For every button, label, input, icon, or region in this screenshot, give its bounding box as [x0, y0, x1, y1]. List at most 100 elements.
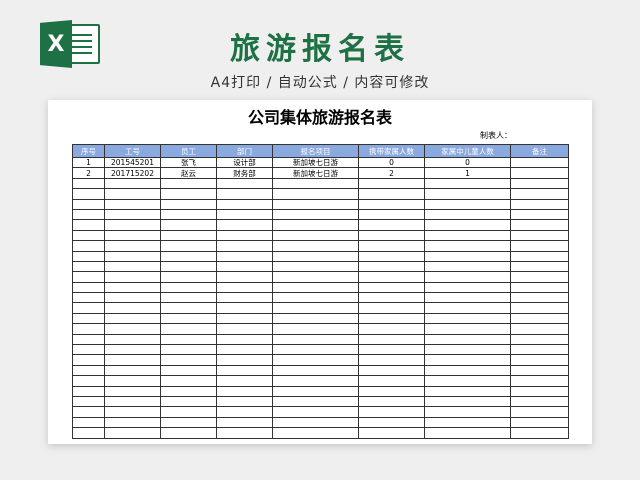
table-cell[interactable] [510, 167, 569, 179]
table-cell[interactable] [358, 385, 425, 398]
table-cell[interactable] [424, 323, 511, 335]
table-cell[interactable] [272, 344, 359, 356]
table-cell[interactable]: 财务部 [216, 167, 273, 179]
table-cell[interactable] [510, 344, 569, 356]
table-cell[interactable] [424, 250, 511, 262]
table-cell[interactable] [72, 416, 105, 429]
table-cell[interactable] [72, 302, 105, 314]
table-cell[interactable]: 新加坡七日游 [272, 156, 359, 169]
table-cell[interactable] [424, 292, 511, 304]
table-cell[interactable] [160, 333, 217, 346]
table-cell[interactable] [510, 375, 569, 387]
table-cell[interactable] [104, 281, 161, 294]
table-cell[interactable] [104, 219, 161, 231]
table-cell[interactable] [216, 364, 273, 377]
table-cell[interactable] [510, 406, 569, 418]
table-cell[interactable] [216, 219, 273, 231]
table-cell[interactable]: 新加坡七日游 [272, 167, 359, 179]
table-cell[interactable] [72, 229, 105, 242]
table-cell[interactable] [272, 219, 359, 231]
table-cell[interactable] [104, 260, 161, 273]
table-cell[interactable]: 201715202 [104, 167, 161, 179]
table-cell[interactable] [216, 229, 273, 242]
table-cell[interactable] [358, 406, 425, 418]
table-cell[interactable] [104, 271, 161, 283]
table-cell[interactable] [358, 208, 425, 221]
table-cell[interactable] [510, 250, 569, 262]
table-cell[interactable] [510, 240, 569, 252]
table-cell[interactable] [104, 177, 161, 190]
table-cell[interactable] [72, 354, 105, 366]
table-cell[interactable] [104, 323, 161, 335]
table-cell[interactable] [358, 281, 425, 294]
table-cell[interactable]: 设计部 [216, 156, 273, 169]
table-cell[interactable] [160, 312, 217, 325]
table-cell[interactable] [424, 364, 511, 377]
table-cell[interactable] [216, 271, 273, 283]
table-cell[interactable]: 201545201 [104, 156, 161, 169]
table-cell[interactable] [510, 229, 569, 242]
table-cell[interactable] [424, 416, 511, 429]
table-cell[interactable] [510, 271, 569, 283]
table-cell[interactable] [358, 333, 425, 346]
table-cell[interactable] [272, 198, 359, 210]
table-cell[interactable] [72, 240, 105, 252]
table-cell[interactable] [104, 385, 161, 398]
table-cell[interactable] [510, 156, 569, 169]
table-cell[interactable] [160, 271, 217, 283]
table-cell[interactable] [160, 427, 217, 439]
table-cell[interactable] [272, 385, 359, 398]
table-cell[interactable] [358, 188, 425, 200]
table-cell[interactable] [216, 312, 273, 325]
table-cell[interactable] [104, 240, 161, 252]
table-cell[interactable] [272, 302, 359, 314]
table-cell[interactable] [272, 271, 359, 283]
table-cell[interactable] [358, 427, 425, 439]
table-cell[interactable] [104, 188, 161, 200]
table-cell[interactable] [160, 323, 217, 335]
table-cell[interactable] [510, 385, 569, 398]
table-cell[interactable] [424, 385, 511, 398]
table-cell[interactable] [424, 354, 511, 366]
table-cell[interactable] [216, 344, 273, 356]
table-cell[interactable] [216, 354, 273, 366]
table-cell[interactable] [358, 354, 425, 366]
table-cell[interactable] [510, 312, 569, 325]
table-cell[interactable] [424, 177, 511, 190]
table-cell[interactable] [216, 260, 273, 273]
table-cell[interactable] [72, 364, 105, 377]
table-cell[interactable]: 2 [358, 167, 425, 179]
table-cell[interactable] [216, 292, 273, 304]
table-cell[interactable] [510, 219, 569, 231]
table-cell[interactable] [510, 354, 569, 366]
table-cell[interactable] [216, 323, 273, 335]
table-cell[interactable] [424, 375, 511, 387]
table-cell[interactable] [160, 250, 217, 262]
table-cell[interactable] [160, 260, 217, 273]
table-cell[interactable] [272, 333, 359, 346]
table-cell[interactable] [160, 281, 217, 294]
table-cell[interactable] [272, 395, 359, 408]
table-cell[interactable] [72, 188, 105, 200]
table-cell[interactable]: 1 [424, 167, 511, 179]
table-cell[interactable] [272, 250, 359, 262]
table-cell[interactable] [104, 364, 161, 377]
table-cell[interactable] [358, 229, 425, 242]
table-cell[interactable] [72, 250, 105, 262]
table-cell[interactable] [424, 344, 511, 356]
table-cell[interactable] [160, 302, 217, 314]
table-cell[interactable] [72, 406, 105, 418]
table-cell[interactable] [272, 240, 359, 252]
table-cell[interactable] [424, 219, 511, 231]
table-cell[interactable] [272, 364, 359, 377]
table-cell[interactable] [72, 312, 105, 325]
table-cell[interactable]: 0 [424, 156, 511, 169]
table-cell[interactable] [358, 302, 425, 314]
table-cell[interactable] [424, 427, 511, 439]
table-cell[interactable] [358, 271, 425, 283]
table-cell[interactable] [510, 395, 569, 408]
table-cell[interactable] [424, 229, 511, 242]
table-cell[interactable] [72, 260, 105, 273]
table-cell[interactable] [72, 395, 105, 408]
table-cell[interactable] [104, 302, 161, 314]
